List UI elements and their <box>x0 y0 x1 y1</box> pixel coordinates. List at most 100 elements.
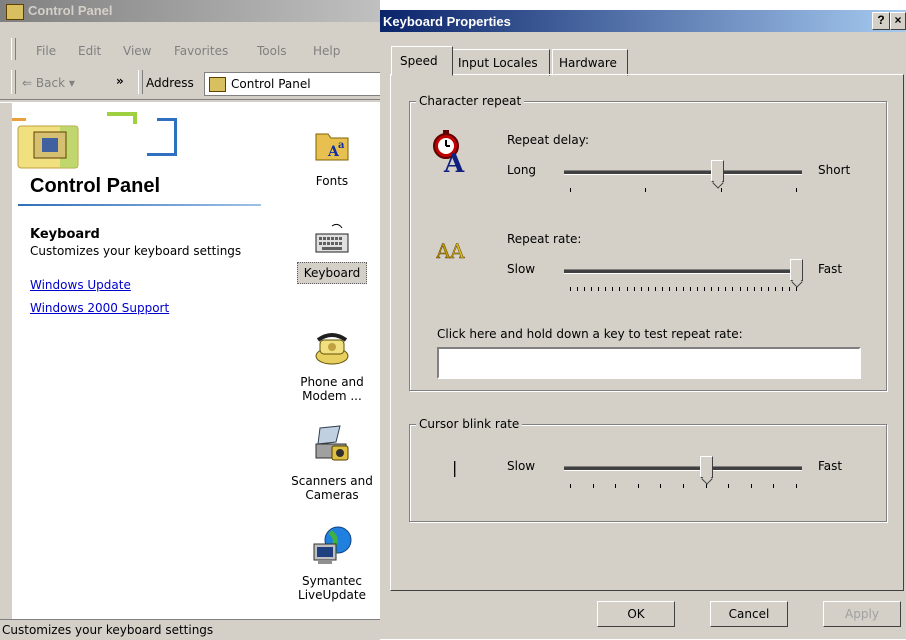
tab-speed-label: Speed <box>400 54 438 68</box>
phone-modem-label-2: Modem ... <box>302 389 362 403</box>
control-panel-window: Control Panel File Edit View Favorites T… <box>0 0 381 640</box>
cancel-button[interactable]: Cancel <box>710 601 788 627</box>
close-button[interactable]: × <box>890 12 906 30</box>
slider-tick <box>668 287 670 291</box>
fonts-item[interactable]: A a Fonts <box>294 128 370 198</box>
slider-tick <box>739 287 741 291</box>
phone-modem-item[interactable]: Phone and Modem ... <box>290 330 374 410</box>
menu-help[interactable]: Help <box>313 44 340 58</box>
slider-tick <box>645 188 647 192</box>
slider-track[interactable] <box>564 466 802 471</box>
svg-text:a: a <box>338 140 345 151</box>
menu-bar: File Edit View Favorites Tools Help <box>0 38 380 62</box>
fonts-icon: A a <box>315 133 349 161</box>
slider-track[interactable] <box>564 269 802 274</box>
slider-tick <box>796 188 797 192</box>
tab-hardware-label: Hardware <box>559 56 617 70</box>
symantec-liveupdate-item[interactable]: Symantec LiveUpdate <box>286 524 378 610</box>
slider-tick <box>788 287 790 291</box>
cursor-preview: | <box>452 458 458 477</box>
keyboard-properties-dialog: Keyboard Properties ? × Speed Input Loca… <box>380 0 906 639</box>
dialog-titlebar[interactable]: Keyboard Properties ? × <box>380 10 906 32</box>
slider-tick <box>718 287 720 291</box>
link-windows-2000-support[interactable]: Windows 2000 Support <box>30 301 169 315</box>
back-label: Back <box>35 76 66 90</box>
slider-tick <box>654 287 656 291</box>
keyboard-item[interactable]: Keyboard <box>294 222 370 294</box>
slider-tick <box>605 287 607 291</box>
slider-tick <box>615 484 617 488</box>
menu-tools[interactable]: Tools <box>257 44 287 58</box>
menu-view[interactable]: View <box>123 44 151 58</box>
cursor-blink-min-label: Slow <box>507 459 536 473</box>
test-repeat-label: Click here and hold down a key to test r… <box>437 327 743 341</box>
ok-button[interactable]: OK <box>597 601 675 627</box>
menu-edit[interactable]: Edit <box>78 44 101 58</box>
menu-favorites[interactable]: Favorites <box>174 44 228 58</box>
liveupdate-label-1: Symantec <box>301 574 363 588</box>
scanners-label-2: Cameras <box>305 488 359 502</box>
status-bar: Customizes your keyboard settings <box>0 619 380 640</box>
slider-tick <box>591 287 593 291</box>
tab-input-locales[interactable]: Input Locales <box>452 49 550 76</box>
dialog-title: Keyboard Properties <box>383 14 511 29</box>
slider-tick <box>728 484 730 488</box>
slider-tick <box>760 287 762 291</box>
help-button[interactable]: ? <box>872 12 890 30</box>
test-repeat-input[interactable] <box>437 347 861 379</box>
slider-tick <box>592 484 594 488</box>
control-panel-titlebar[interactable]: Control Panel <box>0 0 380 22</box>
menu-file[interactable]: File <box>36 44 56 58</box>
selected-item-description: Customizes your keyboard settings <box>30 244 242 258</box>
slider-tick <box>626 287 628 291</box>
phone-icon <box>315 333 349 365</box>
tab-speed[interactable]: Speed <box>391 46 453 76</box>
cursor-blink-title: Cursor blink rate <box>416 417 523 431</box>
slider-tick <box>584 287 586 291</box>
scanners-label-1: Scanners and <box>291 474 373 488</box>
slider-tick <box>781 287 783 291</box>
apply-button[interactable]: Apply <box>823 601 901 627</box>
slider-thumb[interactable] <box>699 456 713 478</box>
liveupdate-label-2: LiveUpdate <box>298 588 366 602</box>
character-repeat-title: Character repeat <box>416 94 525 108</box>
slider-tick <box>683 287 684 291</box>
scanners-cameras-item[interactable]: Scanners and Cameras <box>286 424 378 506</box>
back-button[interactable]: ⇐ Back ▾ <box>22 76 75 90</box>
keyboard-label: Keyboard <box>297 262 367 284</box>
fonts-label: Fonts <box>315 174 349 188</box>
slider-tick <box>746 287 748 291</box>
slider-tick <box>640 287 642 291</box>
slider-tick <box>570 188 571 192</box>
address-field[interactable]: Control Panel <box>204 72 381 96</box>
selected-item-name: Keyboard <box>30 227 100 242</box>
cursor-blink-slider[interactable] <box>564 456 802 492</box>
link-windows-update[interactable]: Windows Update <box>30 278 131 292</box>
repeat-delay-icon: A <box>433 130 465 174</box>
slider-thumb[interactable] <box>790 259 803 281</box>
slider-tick <box>753 287 755 291</box>
repeat-rate-slider[interactable] <box>564 259 803 295</box>
dialog-top-strip <box>380 0 906 10</box>
slider-tick <box>690 287 692 291</box>
keyboard-icon <box>315 223 349 253</box>
slider-tick <box>633 287 635 291</box>
dropdown-arrow-icon[interactable]: ▾ <box>69 76 75 90</box>
slider-thumb[interactable] <box>710 160 724 182</box>
address-grip <box>138 70 143 94</box>
liveupdate-icon <box>313 526 352 564</box>
page-title: Control Panel <box>30 175 161 197</box>
toolbar-chevron[interactable]: » <box>116 74 124 88</box>
slider-tick <box>683 484 684 488</box>
repeat-delay-slider[interactable] <box>564 160 802 196</box>
phone-modem-label-1: Phone and <box>300 375 364 389</box>
control-panel-icon <box>6 4 24 20</box>
menu-grip <box>11 38 16 60</box>
slider-tick <box>661 287 663 291</box>
repeat-delay-min-label: Long <box>507 163 537 177</box>
slider-track[interactable] <box>564 170 802 175</box>
cursor-blink-max-label: Fast <box>818 459 843 473</box>
back-arrow-icon: ⇐ <box>22 76 33 90</box>
svg-text:A: A <box>443 149 465 174</box>
tab-hardware[interactable]: Hardware <box>552 49 628 76</box>
